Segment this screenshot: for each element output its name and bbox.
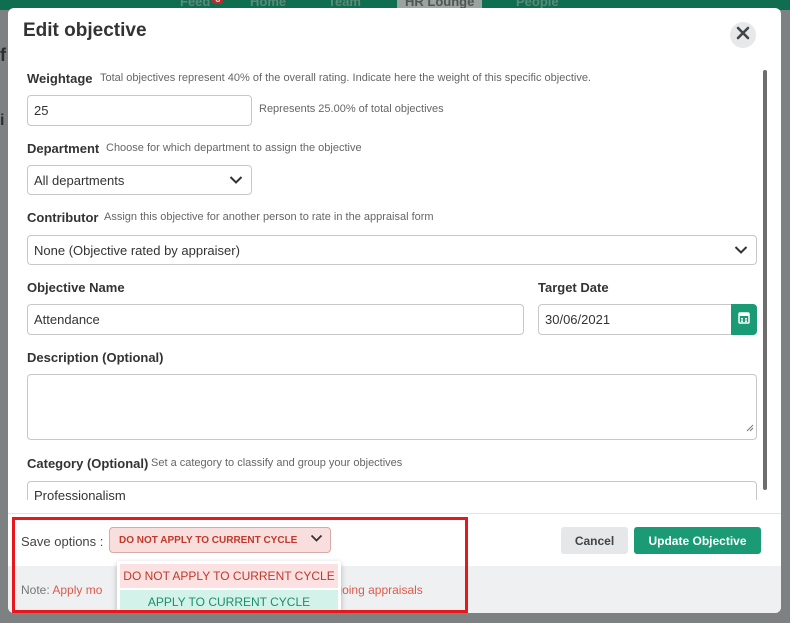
description-textarea[interactable] xyxy=(27,374,757,440)
weightage-input[interactable]: 25 xyxy=(27,95,252,126)
department-select[interactable]: All departments xyxy=(27,165,252,195)
highlight-box xyxy=(12,517,468,613)
chevron-down-icon xyxy=(229,173,243,188)
category-label: Category (Optional) xyxy=(27,456,149,471)
category-clip: Professionalism xyxy=(27,481,757,500)
background-text-fragment: f xyxy=(0,45,6,65)
department-value: All departments xyxy=(34,172,125,188)
chevron-down-icon xyxy=(734,243,748,258)
notification-badge: 3 xyxy=(212,0,224,4)
target-date-label: Target Date xyxy=(538,280,609,295)
weightage-label: Weightage xyxy=(27,71,93,86)
weightage-value: 25 xyxy=(34,103,49,118)
date-picker-button[interactable] xyxy=(731,304,757,335)
category-value: Professionalism xyxy=(34,488,126,500)
close-button[interactable] xyxy=(730,22,756,48)
objective-name-label: Objective Name xyxy=(27,280,125,295)
weightage-percentage-note: Represents 25.00% of total objectives xyxy=(259,103,444,115)
objective-name-value: Attendance xyxy=(34,312,100,327)
department-hint: Choose for which department to assign th… xyxy=(106,142,362,154)
update-objective-button[interactable]: Update Objective xyxy=(634,527,761,554)
description-label: Description (Optional) xyxy=(27,350,164,365)
footer-divider xyxy=(8,513,781,514)
department-label: Department xyxy=(27,141,100,156)
weightage-hint: Total objectives represent 40% of the ov… xyxy=(100,72,591,84)
category-input[interactable]: Professionalism xyxy=(27,481,757,500)
contributor-value: None (Objective rated by appraiser) xyxy=(34,242,240,258)
background-text-fragment: i xyxy=(0,112,5,129)
modal-title: Edit objective xyxy=(23,20,147,41)
modal-scrollbar[interactable] xyxy=(763,70,767,490)
contributor-select[interactable]: None (Objective rated by appraiser) xyxy=(27,235,757,265)
target-date-value: 30/06/2021 xyxy=(545,312,611,327)
close-icon xyxy=(736,26,750,45)
target-date-input[interactable]: 30/06/2021 xyxy=(538,304,733,335)
objective-name-input[interactable]: Attendance xyxy=(27,304,524,335)
resize-handle-icon[interactable] xyxy=(746,419,754,437)
contributor-label: Contributor xyxy=(27,210,99,225)
category-hint: Set a category to classify and group you… xyxy=(151,457,403,469)
contributor-hint: Assign this objective for another person… xyxy=(104,211,434,223)
calendar-icon xyxy=(738,311,750,329)
cancel-button[interactable]: Cancel xyxy=(561,527,628,554)
